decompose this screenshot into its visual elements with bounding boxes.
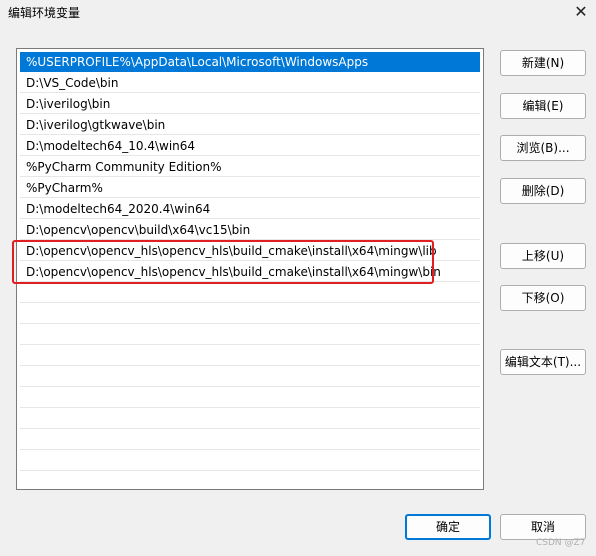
empty-list-row (20, 304, 480, 324)
path-list-item[interactable]: D:\iverilog\gtkwave\bin (20, 115, 480, 135)
path-listbox[interactable]: %USERPROFILE%\AppData\Local\Microsoft\Wi… (16, 48, 484, 490)
path-list-item[interactable]: %PyCharm% (20, 178, 480, 198)
empty-list-row (20, 430, 480, 450)
empty-list-row (20, 325, 480, 345)
new-button[interactable]: 新建(N) (500, 50, 586, 76)
ok-button[interactable]: 确定 (405, 514, 491, 540)
empty-list-row (20, 346, 480, 366)
edit-button[interactable]: 编辑(E) (500, 93, 586, 119)
path-list-item[interactable]: %PyCharm Community Edition% (20, 157, 480, 177)
empty-list-row (20, 367, 480, 387)
empty-list-row (20, 388, 480, 408)
path-list-item[interactable]: D:\modeltech64_10.4\win64 (20, 136, 480, 156)
move-down-button[interactable]: 下移(O) (500, 285, 586, 311)
path-list-item[interactable]: D:\modeltech64_2020.4\win64 (20, 199, 480, 219)
path-list-item[interactable]: D:\opencv\opencv_hls\opencv_hls\build_cm… (20, 262, 480, 282)
empty-list-row (20, 283, 480, 303)
watermark: CSDN @Z7 (536, 538, 586, 548)
edit-text-button[interactable]: 编辑文本(T)... (500, 349, 586, 375)
delete-button[interactable]: 删除(D) (500, 178, 586, 204)
close-icon[interactable]: ✕ (570, 2, 592, 22)
path-list-item[interactable]: D:\opencv\opencv_hls\opencv_hls\build_cm… (20, 241, 480, 261)
browse-button[interactable]: 浏览(B)... (500, 135, 586, 161)
dialog-title: 编辑环境变量 (8, 6, 81, 20)
path-list-item[interactable]: D:\opencv\opencv\build\x64\vc15\bin (20, 220, 480, 240)
empty-list-row (20, 409, 480, 429)
move-up-button[interactable]: 上移(U) (500, 243, 586, 269)
empty-list-row (20, 451, 480, 471)
path-list-item[interactable]: D:\VS_Code\bin (20, 73, 480, 93)
path-list-item[interactable]: %USERPROFILE%\AppData\Local\Microsoft\Wi… (20, 52, 480, 72)
cancel-button[interactable]: 取消 (500, 514, 586, 540)
path-list-item[interactable]: D:\iverilog\bin (20, 94, 480, 114)
